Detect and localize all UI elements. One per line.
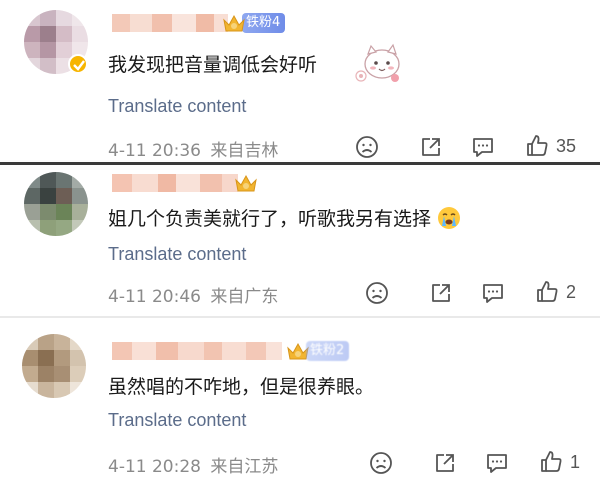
comment-icon[interactable] bbox=[480, 280, 506, 306]
username-blurred[interactable] bbox=[112, 342, 282, 360]
divider bbox=[0, 162, 600, 165]
cat-sticker-icon bbox=[352, 42, 404, 86]
comment-icon[interactable] bbox=[470, 134, 496, 160]
sad-face-icon[interactable] bbox=[354, 134, 380, 160]
fan-level-label: 铁粉4 bbox=[242, 13, 286, 33]
comment-item: 姐几个负责美就行了，听歌我另有选择 Translate content 4-11… bbox=[0, 166, 600, 316]
comment-text: 姐几个负责美就行了，听歌我另有选择 bbox=[108, 204, 461, 231]
fan-badge: 铁粉2 bbox=[286, 340, 350, 362]
share-icon[interactable] bbox=[418, 134, 444, 160]
like-count: 1 bbox=[570, 452, 581, 472]
fan-badge bbox=[234, 172, 258, 194]
username-blurred[interactable] bbox=[112, 14, 228, 32]
comment-location: 来自广东 bbox=[210, 287, 279, 307]
crying-emoji-icon bbox=[437, 206, 461, 230]
share-icon[interactable] bbox=[432, 450, 458, 476]
comment-meta: 4-11 20:28 来自江苏 bbox=[108, 452, 278, 477]
comment-icon[interactable] bbox=[484, 450, 510, 476]
comment-text: 虽然唱的不咋地，但是很养眼。 bbox=[108, 376, 375, 398]
comment-text-body: 姐几个负责美就行了，听歌我另有选择 bbox=[108, 208, 432, 230]
avatar[interactable] bbox=[24, 172, 88, 236]
comment-item: 铁粉2 虽然唱的不咋地，但是很养眼。 Translate content 4-1… bbox=[0, 322, 600, 484]
comment-time: 4-11 20:46 bbox=[108, 287, 201, 307]
username-blurred[interactable] bbox=[112, 174, 238, 192]
sad-face-icon[interactable] bbox=[364, 280, 390, 306]
avatar[interactable] bbox=[22, 334, 86, 398]
fan-level-label: 铁粉2 bbox=[306, 341, 350, 361]
translate-link[interactable]: Translate content bbox=[108, 96, 246, 117]
comment-text: 我发现把音量调低会好听 bbox=[108, 54, 318, 76]
comment-location: 来自江苏 bbox=[210, 457, 279, 477]
crown-icon bbox=[222, 12, 246, 34]
translate-link[interactable]: Translate content bbox=[108, 244, 246, 265]
crown-icon bbox=[234, 172, 258, 194]
like-count: 35 bbox=[556, 136, 577, 156]
divider bbox=[0, 316, 600, 318]
verified-icon bbox=[68, 54, 88, 74]
comment-time: 4-11 20:28 bbox=[108, 457, 201, 477]
fan-badge: 铁粉4 bbox=[222, 12, 286, 34]
thumbs-up-icon[interactable] bbox=[538, 449, 564, 475]
comment-item: 铁粉4 我发现把音量调低会好听 Translate content 4-11 2… bbox=[0, 0, 600, 162]
share-icon[interactable] bbox=[428, 280, 454, 306]
translate-link[interactable]: Translate content bbox=[108, 410, 246, 431]
sad-face-icon[interactable] bbox=[368, 450, 394, 476]
comment-time: 4-11 20:36 bbox=[108, 141, 201, 161]
comment-meta: 4-11 20:46 来自广东 bbox=[108, 282, 278, 307]
thumbs-up-icon[interactable] bbox=[534, 279, 560, 305]
comment-location: 来自吉林 bbox=[210, 141, 279, 161]
comment-meta: 4-11 20:36 来自吉林 bbox=[108, 136, 278, 161]
thumbs-up-icon[interactable] bbox=[524, 133, 550, 159]
like-count: 2 bbox=[566, 282, 577, 302]
